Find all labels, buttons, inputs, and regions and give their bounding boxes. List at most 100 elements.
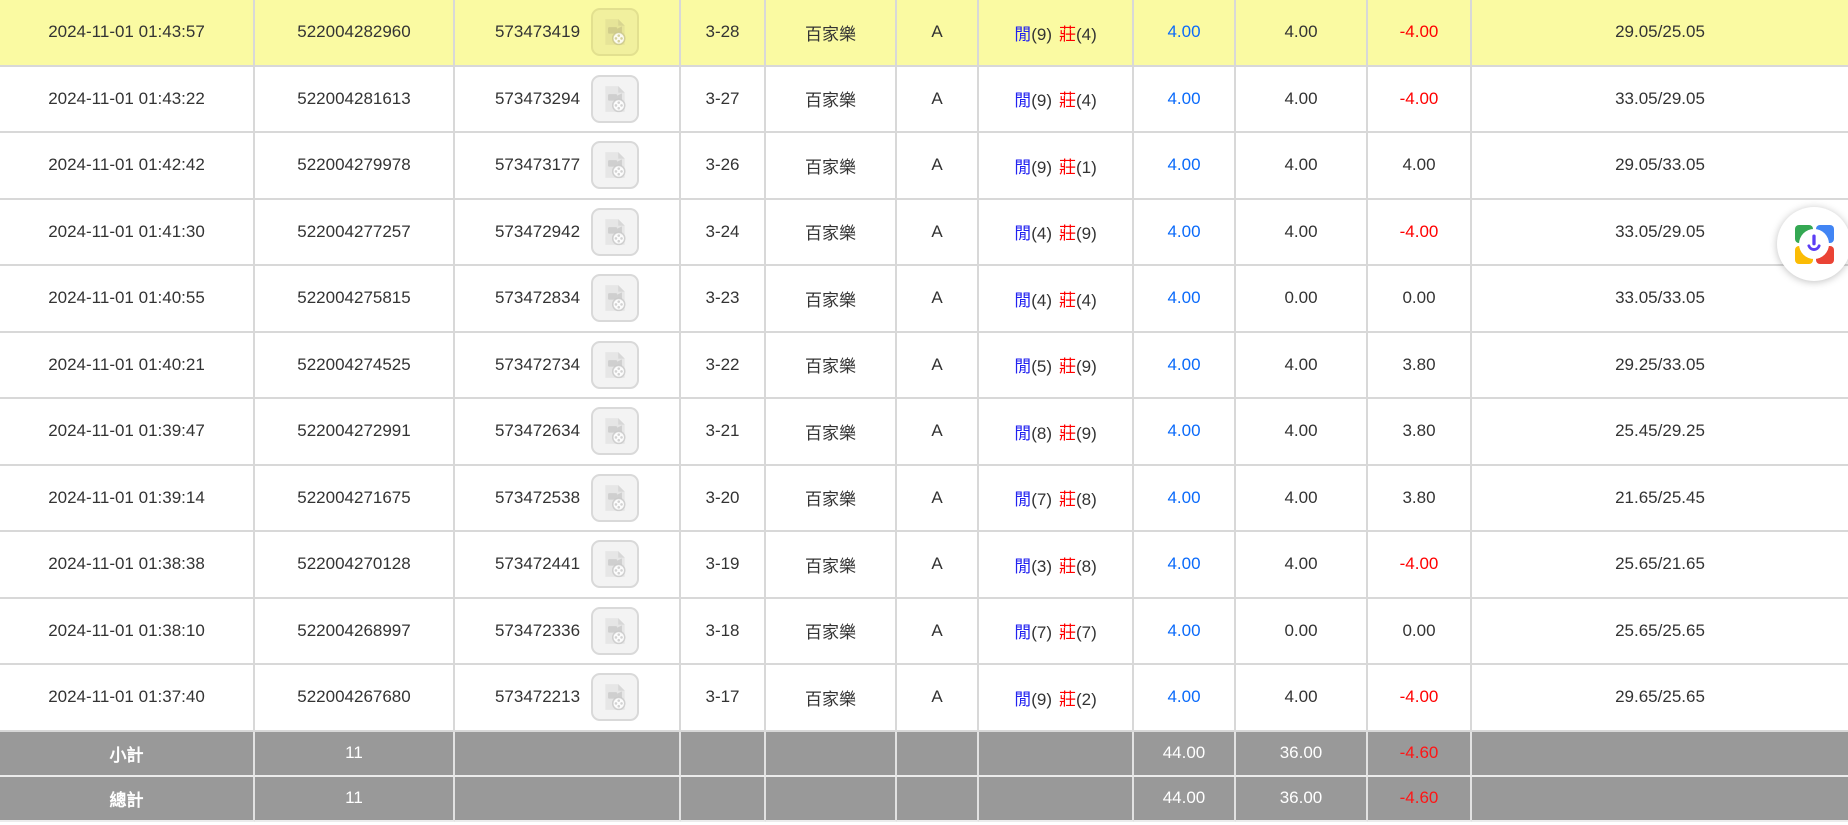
summary-empty-cell [897, 732, 979, 777]
summary-bet-total-cell: 44.00 [1134, 777, 1236, 822]
player-score: (7) [1031, 490, 1052, 509]
bet-amount-cell[interactable]: 4.00 [1134, 67, 1236, 134]
round-id-wrap: 573473419 [456, 8, 678, 56]
bet-amount-cell[interactable]: 4.00 [1134, 665, 1236, 732]
table-code: A [931, 89, 942, 108]
bet-amount-link[interactable]: 4.00 [1167, 222, 1200, 241]
video-replay-button[interactable] [591, 8, 639, 56]
valid-amount: 0.00 [1284, 621, 1317, 640]
valid-amount-cell: 4.00 [1236, 532, 1368, 599]
round-id: 573473419 [495, 22, 580, 42]
video-icon [600, 549, 630, 579]
summary-label-cell: 總計 [0, 777, 255, 822]
round-id-wrap: 573473177 [456, 141, 678, 189]
player-score: (3) [1031, 557, 1052, 576]
video-icon [600, 17, 630, 47]
bet-amount-link[interactable]: 4.00 [1167, 554, 1200, 573]
bet-amount-cell[interactable]: 4.00 [1134, 532, 1236, 599]
round-id-cell: 573472834 [455, 266, 681, 333]
bet-amount-cell[interactable]: 4.00 [1134, 466, 1236, 533]
table-row[interactable]: 2024-11-01 01:38:10522004268997573472336… [0, 599, 1848, 666]
video-replay-button[interactable] [591, 208, 639, 256]
banker-score: (7) [1076, 623, 1097, 642]
bet-amount-cell[interactable]: 4.00 [1134, 200, 1236, 267]
balance-value: 29.65/25.65 [1615, 687, 1705, 706]
bet-amount-cell[interactable]: 4.00 [1134, 0, 1236, 67]
table-row[interactable]: 2024-11-01 01:40:21522004274525573472734… [0, 333, 1848, 400]
bet-amount-link[interactable]: 4.00 [1167, 288, 1200, 307]
game-type: 百家樂 [805, 557, 856, 576]
table-row[interactable]: 2024-11-01 01:39:47522004272991573472634… [0, 399, 1848, 466]
video-replay-button[interactable] [591, 341, 639, 389]
bet-time: 2024-11-01 01:41:30 [48, 222, 205, 241]
bet-id-cell: 522004275815 [255, 266, 455, 333]
result-cell: 閒(9)莊(4) [979, 0, 1134, 67]
game-type: 百家樂 [805, 690, 856, 709]
bet-time-cell: 2024-11-01 01:43:22 [0, 67, 255, 134]
result-cell: 閒(7)莊(7) [979, 599, 1134, 666]
summary-empty-cell [766, 732, 897, 777]
video-replay-button[interactable] [591, 274, 639, 322]
round-id: 573472538 [495, 488, 580, 508]
win-loss-value: -4.00 [1400, 554, 1439, 573]
bet-id: 522004281613 [297, 89, 410, 108]
video-replay-button[interactable] [591, 540, 639, 588]
game-type: 百家樂 [805, 490, 856, 509]
table-row[interactable]: 2024-11-01 01:42:42522004279978573473177… [0, 133, 1848, 200]
bet-id-cell: 522004267680 [255, 665, 455, 732]
video-replay-button[interactable] [591, 141, 639, 189]
bet-amount-link[interactable]: 4.00 [1167, 421, 1200, 440]
bet-amount-cell[interactable]: 4.00 [1134, 266, 1236, 333]
video-replay-button[interactable] [591, 474, 639, 522]
round-id-cell: 573472441 [455, 532, 681, 599]
summary-row: 總計1144.0036.00-4.60 [0, 777, 1848, 822]
video-replay-button[interactable] [591, 607, 639, 655]
table-row[interactable]: 2024-11-01 01:43:22522004281613573473294… [0, 67, 1848, 134]
bet-amount-cell[interactable]: 4.00 [1134, 133, 1236, 200]
video-replay-button[interactable] [591, 407, 639, 455]
bet-amount-link[interactable]: 4.00 [1167, 89, 1200, 108]
bet-time: 2024-11-01 01:39:47 [48, 421, 205, 440]
game-type-cell: 百家樂 [766, 333, 897, 400]
bet-amount-cell[interactable]: 4.00 [1134, 399, 1236, 466]
bet-amount-link[interactable]: 4.00 [1167, 687, 1200, 706]
win-loss-value: 0.00 [1402, 288, 1435, 307]
bet-time-cell: 2024-11-01 01:40:55 [0, 266, 255, 333]
video-replay-button[interactable] [591, 673, 639, 721]
player-score: (9) [1031, 25, 1052, 44]
table-row[interactable]: 2024-11-01 01:40:55522004275815573472834… [0, 266, 1848, 333]
bet-amount-link[interactable]: 4.00 [1167, 155, 1200, 174]
table-row[interactable]: 2024-11-01 01:38:38522004270128573472441… [0, 532, 1848, 599]
bet-time-cell: 2024-11-01 01:43:57 [0, 0, 255, 67]
win-loss-cell: -4.00 [1368, 67, 1472, 134]
video-icon [600, 350, 630, 380]
bet-amount-link[interactable]: 4.00 [1167, 621, 1200, 640]
table-row[interactable]: 2024-11-01 01:43:57522004282960573473419… [0, 0, 1848, 67]
player-score: (4) [1031, 291, 1052, 310]
video-replay-button[interactable] [591, 75, 639, 123]
result-cell: 閒(8)莊(9) [979, 399, 1134, 466]
bet-amount-cell[interactable]: 4.00 [1134, 333, 1236, 400]
bet-amount-cell[interactable]: 4.00 [1134, 599, 1236, 666]
valid-amount-cell: 0.00 [1236, 599, 1368, 666]
banker-label: 莊 [1059, 424, 1076, 443]
bet-amount-link[interactable]: 4.00 [1167, 355, 1200, 374]
banker-label: 莊 [1059, 690, 1076, 709]
balance-cell: 33.05/29.05 [1472, 67, 1848, 134]
table-code-cell: A [897, 133, 979, 200]
round-id: 573472634 [495, 421, 580, 441]
table-row[interactable]: 2024-11-01 01:37:40522004267680573472213… [0, 665, 1848, 732]
round-id-cell: 573472336 [455, 599, 681, 666]
player-score: (9) [1031, 690, 1052, 709]
extension-floating-button[interactable] [1777, 207, 1848, 281]
bet-amount-link[interactable]: 4.00 [1167, 22, 1200, 41]
valid-amount: 4.00 [1284, 488, 1317, 507]
bet-amount-link[interactable]: 4.00 [1167, 488, 1200, 507]
table-code-cell: A [897, 599, 979, 666]
win-loss-cell: -4.00 [1368, 665, 1472, 732]
table-row[interactable]: 2024-11-01 01:41:30522004277257573472942… [0, 200, 1848, 267]
game-type: 百家樂 [805, 424, 856, 443]
banker-label: 莊 [1059, 291, 1076, 310]
game-type: 百家樂 [805, 158, 856, 177]
table-row[interactable]: 2024-11-01 01:39:14522004271675573472538… [0, 466, 1848, 533]
